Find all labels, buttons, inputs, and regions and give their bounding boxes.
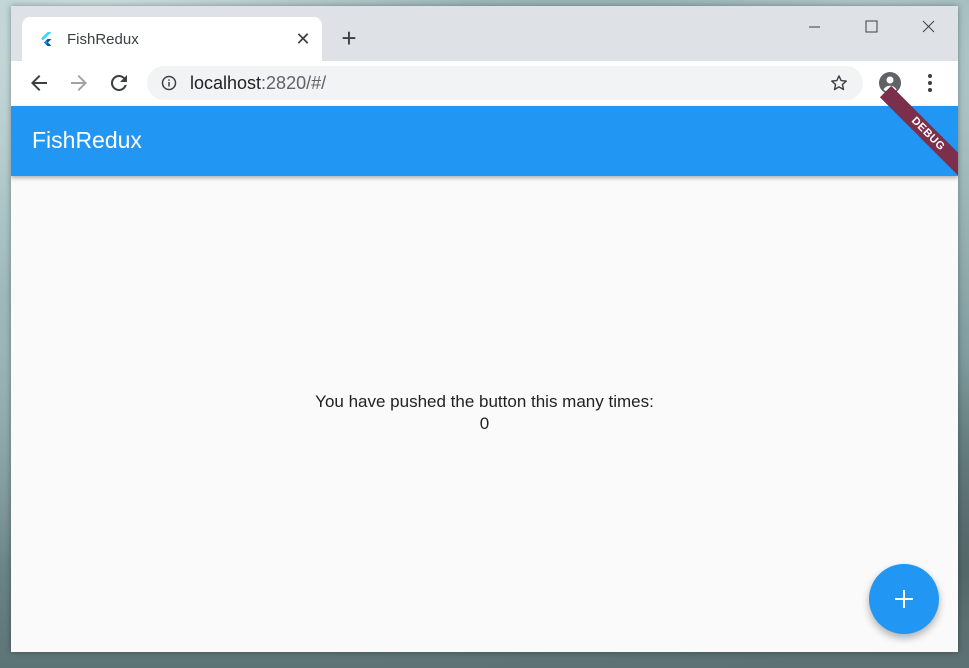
flutter-icon <box>41 32 52 46</box>
address-bar[interactable]: localhost:2820/#/ <box>147 66 863 100</box>
tab-title: FishRedux <box>67 31 139 48</box>
url-host: localhost <box>190 73 262 93</box>
url-path: :2820/#/ <box>261 73 327 93</box>
new-tab-button[interactable]: + <box>337 25 361 51</box>
close-tab-icon[interactable]: ✕ <box>292 28 314 50</box>
url-text[interactable]: localhost:2820/#/ <box>190 73 326 94</box>
minimize-icon[interactable] <box>791 16 837 38</box>
increment-fab-button[interactable] <box>869 564 939 634</box>
more-vert-icon[interactable] <box>918 71 942 95</box>
counter-value: 0 <box>479 414 490 433</box>
app-title: FishRedux <box>32 127 142 153</box>
star-icon[interactable] <box>829 73 849 93</box>
counter-caption: You have pushed the button this many tim… <box>315 392 654 411</box>
info-icon[interactable] <box>161 75 177 91</box>
browser-window: FishRedux ✕ + localhost:2820/#/ FishRedu… <box>11 6 958 652</box>
app-body: You have pushed the button this many tim… <box>11 176 958 652</box>
tab-strip: FishRedux ✕ + <box>11 6 958 61</box>
reload-icon[interactable] <box>107 71 131 95</box>
arrow-forward-icon[interactable] <box>67 71 91 95</box>
add-icon <box>895 590 913 608</box>
app-bar: FishRedux DEBUG <box>11 85 958 183</box>
maximize-icon[interactable] <box>848 16 894 38</box>
close-window-icon[interactable] <box>905 16 951 38</box>
arrow-back-icon[interactable] <box>27 71 51 95</box>
browser-tab[interactable]: FishRedux ✕ <box>22 17 322 61</box>
browser-toolbar: localhost:2820/#/ <box>11 61 958 107</box>
